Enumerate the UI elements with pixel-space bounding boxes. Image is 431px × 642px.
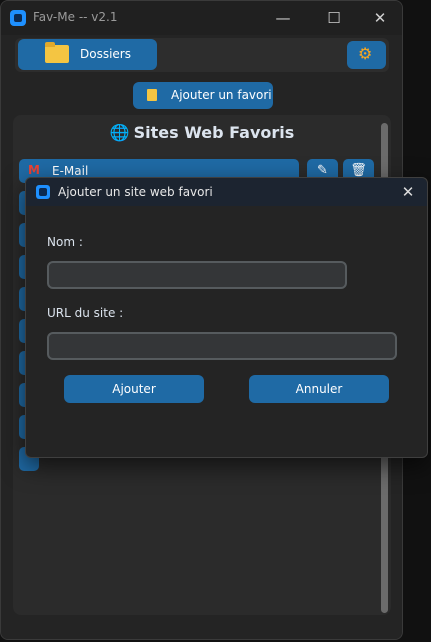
app-icon: [36, 185, 50, 199]
title-bar: Fav-Me -- v2.1 — ☐ ✕: [1, 1, 402, 35]
folder-icon: [45, 42, 69, 63]
dialog-close-button[interactable]: ✕: [397, 181, 419, 203]
close-button[interactable]: ✕: [357, 1, 402, 35]
add-favorite-label: Ajouter un favori: [171, 88, 272, 102]
panel-title: 🌐 Sites Web Favoris: [13, 123, 391, 142]
add-button[interactable]: Ajouter: [64, 375, 204, 403]
url-input[interactable]: [47, 332, 397, 360]
folders-button[interactable]: Dossiers: [18, 39, 157, 70]
gmail-icon: M: [28, 163, 40, 177]
add-favorite-button[interactable]: Ajouter un favori: [133, 82, 273, 109]
name-label: Nom :: [47, 235, 83, 249]
folders-label: Dossiers: [80, 47, 131, 61]
top-toolbar: Dossiers ⚙: [15, 38, 389, 72]
panel-title-text: Sites Web Favoris: [133, 123, 295, 142]
add-site-dialog: Ajouter un site web favori ✕ Nom : URL d…: [25, 177, 428, 458]
gear-icon: ⚙: [358, 44, 373, 63]
window-title: Fav-Me -- v2.1: [33, 10, 118, 24]
settings-button[interactable]: ⚙: [347, 41, 386, 69]
minimize-button[interactable]: —: [260, 1, 306, 35]
url-label: URL du site :: [47, 306, 124, 320]
cancel-button[interactable]: Annuler: [249, 375, 389, 403]
maximize-button[interactable]: ☐: [311, 1, 357, 35]
globe-icon: 🌐: [109, 123, 130, 142]
name-input[interactable]: [47, 261, 347, 289]
favorite-item-label: E-Mail: [52, 164, 89, 178]
dialog-title-bar: Ajouter un site web favori ✕: [26, 178, 427, 206]
app-icon: [10, 10, 26, 26]
dialog-title: Ajouter un site web favori: [58, 185, 213, 199]
bookmark-icon: [147, 89, 157, 101]
